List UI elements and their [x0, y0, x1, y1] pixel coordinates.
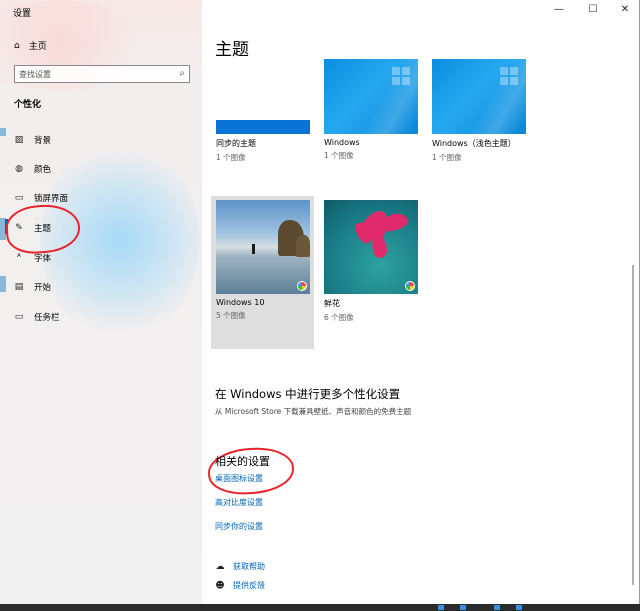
desktop-icon-settings-link[interactable]: 桌面图标设置: [215, 473, 263, 484]
palette-icon: ◍: [15, 164, 23, 174]
theme-thumbnail: [432, 59, 526, 134]
theme-card-synced[interactable]: 同步的主题 1 个图像: [216, 59, 310, 163]
sidebar-item-fonts[interactable]: ᴬ 字体: [14, 252, 51, 264]
theme-card-windows-light[interactable]: Windows（浅色主题） 1 个图像: [432, 59, 526, 163]
taskbar-icon[interactable]: [438, 605, 444, 610]
minimize-button[interactable]: —: [552, 4, 566, 15]
theme-name: Windows（浅色主题）: [432, 139, 516, 148]
lock-screen-icon: ▭: [14, 193, 24, 203]
taskbar: [0, 604, 640, 611]
more-personalization-link[interactable]: 从 Microsoft Store 下载兼具壁纸、声音和颜色的免费主题: [215, 406, 411, 417]
taskbar-icon[interactable]: [460, 605, 466, 610]
page-title: 主题: [215, 40, 249, 60]
sidebar-item-label: 锁屏界面: [34, 194, 69, 204]
sidebar-item-background[interactable]: ▨ 背景: [14, 134, 51, 146]
related-settings-title: 相关的设置: [215, 455, 270, 468]
windows-logo-icon: [392, 67, 410, 85]
background-edge-strip: [0, 276, 6, 292]
close-button[interactable]: ✕: [618, 4, 632, 15]
sidebar-item-lock-screen[interactable]: ▭ 锁屏界面: [14, 192, 68, 204]
theme-thumbnail: [216, 59, 310, 134]
theme-count: 6 个图像: [324, 313, 354, 322]
search-input[interactable]: 查找设置 ⌕: [14, 65, 190, 83]
color-wheel-icon: [405, 281, 415, 291]
feedback-label: 提供反馈: [233, 581, 265, 590]
theme-name: Windows 10: [216, 298, 265, 307]
maximize-button[interactable]: ☐: [586, 4, 600, 15]
flower-petal: [369, 230, 389, 260]
theme-name: 同步的主题: [216, 139, 256, 148]
sidebar-item-label: 背景: [34, 136, 52, 146]
start-icon: ▤: [14, 282, 24, 292]
get-help-label: 获取帮助: [233, 562, 265, 571]
windows-logo-icon: [500, 67, 518, 85]
theme-name: 鲜花: [324, 299, 340, 308]
high-contrast-settings-link[interactable]: 高对比度设置: [215, 497, 263, 508]
theme-card-windows-10[interactable]: Windows 10 5 个图像: [216, 200, 310, 321]
get-help-link[interactable]: ☁ 获取帮助: [215, 561, 266, 572]
home-icon: ⌂: [14, 40, 20, 51]
taskbar-icon: ▭: [14, 312, 24, 322]
color-wheel-icon: [297, 281, 307, 291]
background-edge-strip: [0, 128, 6, 136]
feedback-link[interactable]: ☻ 提供反馈: [215, 580, 265, 591]
sidebar-item-start[interactable]: ▤ 开始: [14, 281, 51, 293]
home-label: 主页: [28, 42, 47, 52]
theme-count: 1 个图像: [216, 153, 246, 162]
settings-window: 设置 ⌂ 主页 查找设置 ⌕ 个性化 ▨ 背景 ◍ 颜色 ▭ 锁屏界面 ✎ 主题…: [0, 0, 640, 604]
sidebar-item-label: 颜色: [34, 165, 52, 175]
theme-card-flowers[interactable]: 鲜花 6 个图像: [324, 200, 418, 323]
font-icon: ᴬ: [17, 253, 21, 263]
taskbar-icon[interactable]: [516, 605, 522, 610]
section-title: 个性化: [14, 100, 42, 110]
feedback-icon: ☻: [215, 580, 225, 591]
sidebar-home[interactable]: ⌂ 主页: [14, 39, 47, 53]
theme-count: 1 个图像: [324, 151, 354, 160]
window-title: 设置: [13, 9, 32, 19]
theme-thumbnail: [324, 59, 418, 134]
theme-name: Windows: [324, 138, 360, 147]
search-placeholder: 查找设置: [19, 70, 51, 79]
sidebar-item-taskbar[interactable]: ▭ 任务栏: [14, 311, 60, 323]
theme-thumbnail: [324, 200, 418, 294]
sidebar: 设置 ⌂ 主页 查找设置 ⌕ 个性化 ▨ 背景 ◍ 颜色 ▭ 锁屏界面 ✎ 主题…: [0, 0, 202, 604]
person-silhouette: [252, 244, 255, 254]
image-icon: ▨: [14, 135, 24, 145]
sidebar-item-label: 任务栏: [34, 313, 60, 323]
theme-count: 5 个图像: [216, 311, 246, 320]
theme-thumbnail: [216, 200, 310, 294]
sidebar-item-colors[interactable]: ◍ 颜色: [14, 163, 51, 175]
taskbar-icon[interactable]: [494, 605, 500, 610]
scrollbar[interactable]: [632, 265, 634, 585]
rock-shape: [296, 235, 310, 257]
sidebar-item-label: 开始: [34, 283, 52, 293]
help-chat-icon: ☁: [215, 561, 225, 572]
sync-settings-link[interactable]: 同步你的设置: [215, 521, 263, 532]
theme-card-windows[interactable]: Windows 1 个图像: [324, 59, 418, 161]
more-personalization-title: 在 Windows 中进行更多个性化设置: [215, 387, 401, 401]
theme-count: 1 个图像: [432, 153, 462, 162]
sidebar-item-label: 字体: [34, 254, 52, 264]
accent-bar: [216, 120, 310, 134]
search-icon: ⌕: [179, 68, 185, 79]
